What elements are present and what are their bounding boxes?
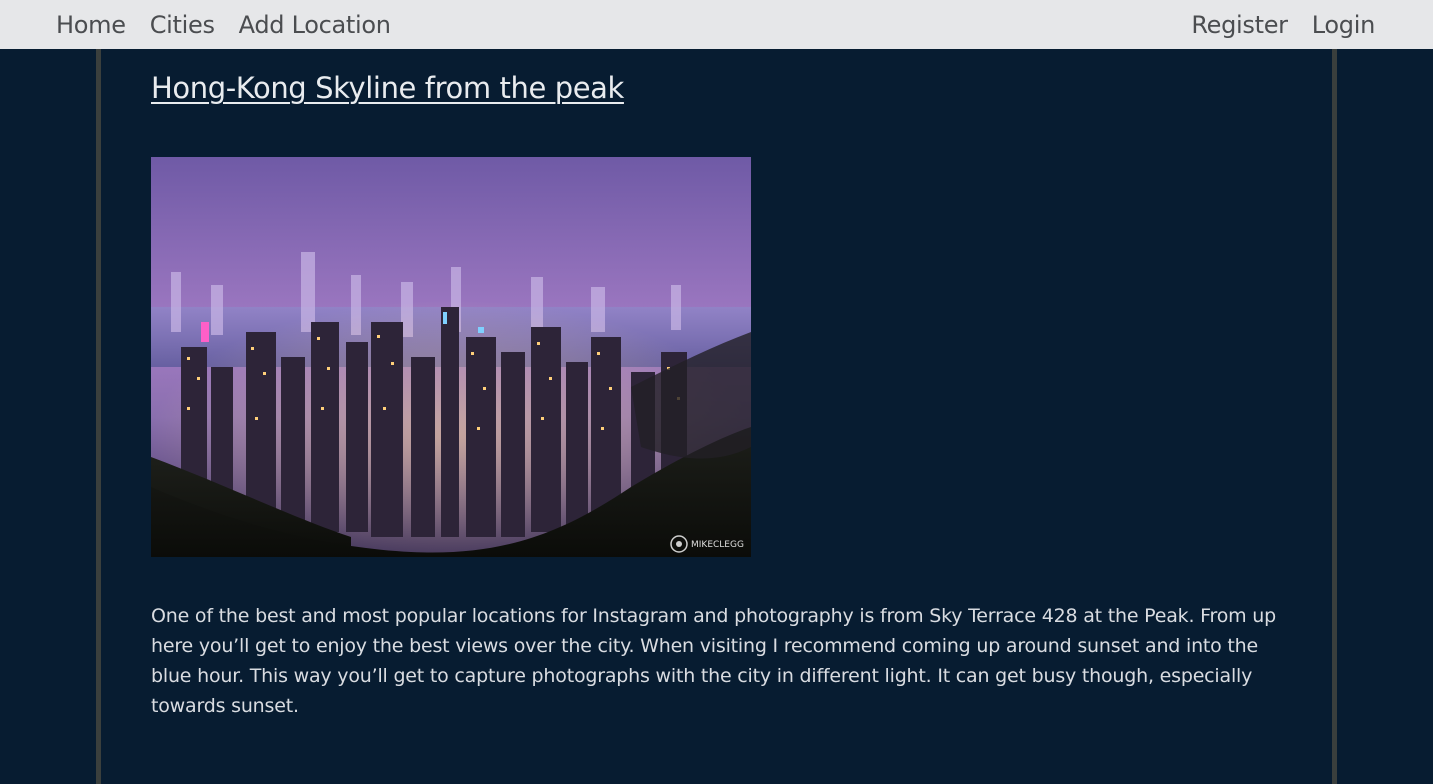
nav-register-link[interactable]: Register — [1191, 11, 1288, 39]
photo-watermark: MIKECLEGG — [691, 540, 744, 550]
nav-add-location-link[interactable]: Add Location — [239, 11, 391, 39]
location-description: One of the best and most popular locatio… — [151, 605, 1276, 717]
top-navbar: Home Cities Add Location Register Login — [0, 0, 1433, 49]
nav-right-group: Register Login — [1191, 11, 1375, 39]
nav-login-link[interactable]: Login — [1312, 11, 1376, 39]
nav-left-group: Home Cities Add Location — [56, 11, 391, 39]
location-photo: MIKECLEGG — [151, 157, 751, 557]
location-detail-panel: Hong-Kong Skyline from the peak MIKECLEG… — [96, 49, 1337, 784]
nav-cities-link[interactable]: Cities — [150, 11, 215, 39]
location-title-link[interactable]: Hong-Kong Skyline from the peak — [151, 71, 624, 105]
nav-home-link[interactable]: Home — [56, 11, 126, 39]
